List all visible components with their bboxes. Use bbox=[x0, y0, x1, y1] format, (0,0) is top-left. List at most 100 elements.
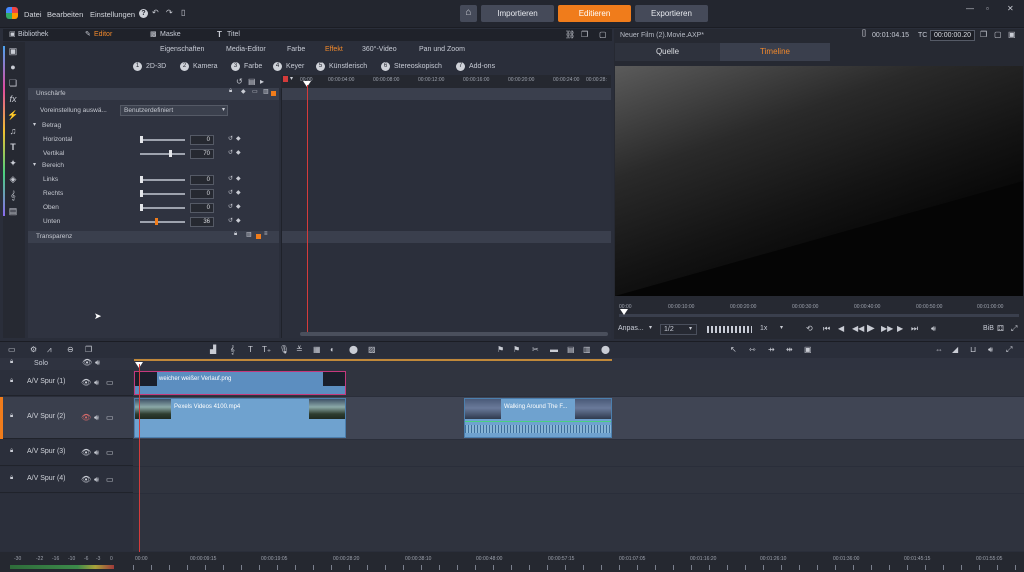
rewind-icon[interactable]: ◀◀︎ bbox=[852, 324, 864, 333]
list-icon[interactable]: ▤ bbox=[567, 345, 575, 354]
keyframe-icon[interactable]: ◆ bbox=[236, 189, 241, 196]
enable-effect-icon[interactable] bbox=[271, 91, 276, 96]
help-icon[interactable]: ? bbox=[139, 9, 148, 18]
slip-tool-icon[interactable]: ⇹ bbox=[786, 345, 793, 354]
track-area[interactable] bbox=[133, 467, 1024, 493]
chevron-down-icon[interactable]: ▾ bbox=[290, 75, 293, 82]
param-value[interactable]: 36 bbox=[190, 217, 214, 227]
detach-icon[interactable]: ❐ bbox=[581, 30, 588, 39]
scrub-track[interactable] bbox=[619, 314, 1019, 317]
lock-icon[interactable]: 🔒︎ bbox=[10, 359, 13, 366]
ripple-tool-icon[interactable]: ⇿ bbox=[749, 345, 756, 354]
eye-icon[interactable]: 👁︎ bbox=[81, 475, 91, 484]
track-name[interactable]: A/V Spur (4) bbox=[27, 475, 66, 482]
timeline-ruler[interactable]: 00:00 00:00:09:15 00:00:19:05 00:00:28:2… bbox=[133, 552, 1024, 572]
maximize-icon[interactable]: ▫ bbox=[986, 4, 989, 13]
lock-icon[interactable]: 🔒︎ bbox=[10, 413, 13, 420]
levels-icon[interactable]: ▟ bbox=[210, 345, 216, 354]
detach-icon[interactable]: ❐ bbox=[980, 30, 987, 39]
player-ruler[interactable]: 00:00 00:00:10:00 00:00:20:00 00:00:30:0… bbox=[615, 300, 1023, 320]
reset-icon[interactable]: ↺ bbox=[228, 149, 233, 156]
work-area-bar[interactable] bbox=[134, 359, 612, 361]
slider-handle[interactable] bbox=[140, 204, 143, 211]
slider-handle[interactable] bbox=[140, 136, 143, 143]
export-button[interactable]: Exportieren bbox=[635, 5, 708, 22]
import-button[interactable]: Importieren bbox=[481, 5, 554, 22]
subtab-effekt[interactable]: Effekt bbox=[325, 44, 343, 56]
no-entry-icon[interactable]: ⊖ bbox=[67, 345, 74, 354]
reset-all-icon[interactable]: ↺ bbox=[236, 77, 243, 86]
reset-icon[interactable]: ↺ bbox=[228, 175, 233, 182]
param-slider[interactable] bbox=[140, 193, 185, 195]
montage-icon[interactable]: ▤ bbox=[6, 206, 20, 218]
speaker-icon[interactable]: 🔊︎ bbox=[94, 378, 99, 388]
timeline-playhead[interactable] bbox=[139, 364, 140, 560]
panel-maximize-icon[interactable]: ▢ bbox=[599, 30, 607, 39]
undo-icon[interactable]: ↶ bbox=[152, 8, 159, 17]
track-name[interactable]: A/V Spur (3) bbox=[27, 448, 66, 455]
group-betrag[interactable]: ▾ Betrag bbox=[30, 119, 275, 133]
param-value[interactable]: 0 bbox=[190, 189, 214, 199]
param-value[interactable]: 0 bbox=[190, 203, 214, 213]
zoom-fit-icon[interactable]: ⤢ bbox=[1006, 345, 1012, 355]
settings-icon[interactable]: ⚙ bbox=[30, 345, 37, 354]
snapshot-icon[interactable]: ⚃ bbox=[997, 324, 1004, 333]
razor-icon[interactable]: ✂ bbox=[532, 345, 539, 354]
image-icon[interactable]: ▭ bbox=[252, 88, 258, 95]
speaker-icon[interactable]: 🔊︎ bbox=[94, 448, 99, 458]
grid-icon[interactable]: ▦ bbox=[313, 345, 321, 354]
edit-button[interactable]: Editieren bbox=[558, 5, 631, 22]
volume-tool-icon[interactable]: 🔊︎ bbox=[988, 345, 993, 355]
effect-header[interactable]: Unschärfe 🔒︎ ◆ ▭ ▥ bbox=[28, 88, 279, 100]
keyframe-icon[interactable]: ◆ bbox=[241, 88, 246, 95]
lock-icon[interactable]: 🔒︎ bbox=[10, 475, 13, 482]
keyframe-icon[interactable]: ◆ bbox=[236, 149, 241, 156]
color-icon[interactable]: ◐ bbox=[330, 345, 335, 354]
menu-bearbeiten[interactable]: Bearbeiten bbox=[47, 10, 83, 19]
preset-dropdown[interactable]: Benutzerdefiniert ▾ bbox=[120, 105, 228, 116]
reset-icon[interactable]: ↺ bbox=[228, 203, 233, 210]
crop-tool-icon[interactable]: ▣ bbox=[804, 345, 812, 354]
step-forward-icon[interactable]: ▶︎ bbox=[897, 324, 903, 333]
tab-quelle[interactable]: Quelle bbox=[615, 43, 720, 61]
subtab-media-editor[interactable]: Media-Editor bbox=[226, 44, 266, 56]
monitor-icon[interactable]: ▭ bbox=[106, 378, 114, 387]
ratio-dropdown[interactable]: 1/2 ▾ bbox=[660, 324, 697, 335]
go-end-icon[interactable]: ⏭︎ bbox=[911, 324, 918, 334]
reset-icon[interactable]: ↺ bbox=[228, 135, 233, 142]
volume-icon[interactable]: 🔊︎ bbox=[931, 324, 936, 334]
tuning-icon[interactable]: 𝄞 bbox=[230, 345, 235, 355]
marker-add-icon[interactable]: ⚑ bbox=[513, 345, 520, 354]
copy-icon[interactable]: ❐ bbox=[85, 345, 92, 354]
lock-icon[interactable]: 🔒︎ bbox=[10, 378, 13, 385]
slider-handle[interactable] bbox=[155, 218, 159, 225]
keyframe-ruler[interactable]: ▾ 00:00 00:00:04:00 00:00:08:00 00:00:12… bbox=[281, 75, 611, 89]
fit-dropdown[interactable]: Anpas... ▾ bbox=[617, 324, 655, 335]
video-fx-icon[interactable]: ▣ bbox=[6, 46, 20, 58]
play-icon[interactable]: ▶︎ bbox=[867, 323, 875, 334]
close-icon[interactable]: ✕ bbox=[1007, 4, 1014, 13]
reset-icon[interactable]: ↺ bbox=[228, 189, 233, 196]
layers-icon[interactable]: ◈ bbox=[6, 174, 20, 186]
lock-icon[interactable]: 🔒︎ bbox=[229, 88, 232, 95]
reset-icon[interactable]: ↺ bbox=[228, 217, 233, 224]
record-icon[interactable]: ⬤ bbox=[601, 345, 610, 354]
monitor-icon[interactable]: ▭ bbox=[106, 475, 114, 484]
storyboard-icon[interactable]: ▭ bbox=[8, 345, 16, 354]
tab-titel[interactable]: Titel bbox=[227, 29, 240, 41]
title-tool-icon[interactable]: T bbox=[248, 345, 253, 354]
marker-icon[interactable]: ⚑ bbox=[497, 345, 504, 354]
menu-einstellungen[interactable]: Einstellungen bbox=[90, 10, 135, 19]
music-icon[interactable]: ♫ bbox=[6, 126, 20, 138]
group-bereich[interactable]: ▾ Bereich bbox=[30, 159, 275, 173]
timeline-clip[interactable]: Pexels Videos 4100.mp4 bbox=[134, 398, 346, 438]
audio-fx-icon[interactable]: 𝄞 bbox=[6, 190, 20, 202]
trash-icon[interactable]: ▥ bbox=[246, 231, 252, 238]
keyframe-scrollbar[interactable] bbox=[300, 332, 608, 336]
loop-icon[interactable]: ⟲ bbox=[806, 324, 813, 333]
snap-icon[interactable]: ⩘ bbox=[47, 345, 52, 355]
fullscreen-icon[interactable]: ▢ bbox=[994, 30, 1002, 39]
redo-icon[interactable]: ↷ bbox=[166, 8, 173, 17]
home-button[interactable]: ⌂ bbox=[460, 5, 477, 22]
volume-meter[interactable] bbox=[707, 326, 752, 333]
